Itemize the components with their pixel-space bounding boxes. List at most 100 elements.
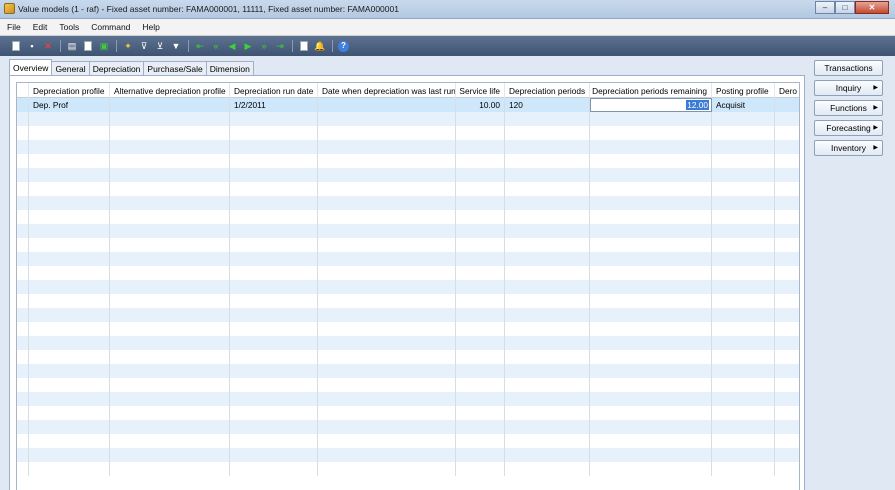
cell-dero[interactable] bbox=[775, 350, 799, 364]
table-row[interactable] bbox=[17, 168, 799, 182]
cell-depreciation-periods[interactable] bbox=[505, 112, 590, 126]
cell-dero[interactable] bbox=[775, 112, 799, 126]
cell-dero[interactable] bbox=[775, 238, 799, 252]
table-row[interactable] bbox=[17, 392, 799, 406]
cell-alternative-depreciation-profile[interactable] bbox=[110, 406, 230, 420]
cell-alternative-depreciation-profile[interactable] bbox=[110, 224, 230, 238]
export-excel-icon[interactable]: ▣ bbox=[98, 40, 110, 52]
cell-alternative-depreciation-profile[interactable] bbox=[110, 252, 230, 266]
cell-alternative-depreciation-profile[interactable] bbox=[110, 98, 230, 112]
cell-depreciation-run-date[interactable] bbox=[230, 266, 318, 280]
cell-row-selector[interactable] bbox=[17, 168, 29, 182]
cell-alternative-depreciation-profile[interactable] bbox=[110, 364, 230, 378]
menu-command[interactable]: Command bbox=[91, 22, 130, 32]
cell-depreciation-profile[interactable] bbox=[29, 196, 110, 210]
cell-posting-profile[interactable] bbox=[712, 350, 775, 364]
close-button[interactable]: ✕ bbox=[855, 1, 889, 14]
cell-row-selector[interactable] bbox=[17, 364, 29, 378]
cell-service-life[interactable] bbox=[456, 420, 505, 434]
table-row[interactable] bbox=[17, 294, 799, 308]
advanced-filter-icon[interactable]: ⊻ bbox=[154, 40, 166, 52]
cell-posting-profile[interactable] bbox=[712, 266, 775, 280]
cell-depreciation-run-date[interactable] bbox=[230, 336, 318, 350]
cell-depreciation-profile[interactable] bbox=[29, 252, 110, 266]
cell-depreciation-periods-remaining[interactable] bbox=[590, 322, 712, 336]
cell-service-life[interactable] bbox=[456, 168, 505, 182]
cell-depreciation-run-date[interactable] bbox=[230, 238, 318, 252]
cell-posting-profile[interactable] bbox=[712, 434, 775, 448]
table-row[interactable] bbox=[17, 154, 799, 168]
tab-purchase-sale[interactable]: Purchase/Sale bbox=[143, 61, 207, 75]
cell-posting-profile[interactable] bbox=[712, 420, 775, 434]
cell-date-last-run[interactable] bbox=[318, 420, 456, 434]
column-header-alternative-depreciation-profile[interactable]: Alternative depreciation profile bbox=[110, 83, 230, 98]
cell-row-selector[interactable] bbox=[17, 406, 29, 420]
cell-depreciation-profile[interactable] bbox=[29, 140, 110, 154]
cell-depreciation-periods-remaining[interactable] bbox=[590, 224, 712, 238]
cell-depreciation-periods[interactable] bbox=[505, 364, 590, 378]
cell-service-life[interactable] bbox=[456, 392, 505, 406]
cell-alternative-depreciation-profile[interactable] bbox=[110, 294, 230, 308]
cell-alternative-depreciation-profile[interactable] bbox=[110, 336, 230, 350]
cell-service-life[interactable] bbox=[456, 196, 505, 210]
cell-depreciation-periods[interactable] bbox=[505, 406, 590, 420]
cell-row-selector[interactable] bbox=[17, 196, 29, 210]
cell-service-life[interactable] bbox=[456, 462, 505, 476]
cell-depreciation-periods[interactable] bbox=[505, 280, 590, 294]
table-row[interactable] bbox=[17, 448, 799, 462]
cell-dero[interactable] bbox=[775, 392, 799, 406]
cell-depreciation-profile[interactable] bbox=[29, 182, 110, 196]
cell-depreciation-periods-remaining[interactable] bbox=[590, 238, 712, 252]
cell-posting-profile[interactable] bbox=[712, 322, 775, 336]
cell-alternative-depreciation-profile[interactable] bbox=[110, 434, 230, 448]
cell-depreciation-periods[interactable] bbox=[505, 196, 590, 210]
cell-posting-profile[interactable] bbox=[712, 196, 775, 210]
cell-date-last-run[interactable] bbox=[318, 406, 456, 420]
new-icon[interactable] bbox=[10, 40, 22, 52]
cell-depreciation-periods-remaining[interactable] bbox=[590, 112, 712, 126]
cell-depreciation-run-date[interactable] bbox=[230, 364, 318, 378]
cell-depreciation-periods[interactable] bbox=[505, 168, 590, 182]
cell-dero[interactable] bbox=[775, 406, 799, 420]
cell-depreciation-run-date[interactable]: 1/2/2011 bbox=[230, 98, 318, 112]
cell-dero[interactable] bbox=[775, 378, 799, 392]
cell-alternative-depreciation-profile[interactable] bbox=[110, 112, 230, 126]
cell-depreciation-periods-remaining[interactable] bbox=[590, 182, 712, 196]
cell-dero[interactable] bbox=[775, 420, 799, 434]
column-header-posting-profile[interactable]: Posting profile bbox=[712, 83, 775, 98]
cell-depreciation-profile[interactable] bbox=[29, 336, 110, 350]
cell-posting-profile[interactable] bbox=[712, 406, 775, 420]
cell-row-selector[interactable] bbox=[17, 322, 29, 336]
cell-depreciation-periods-remaining[interactable] bbox=[590, 462, 712, 476]
cell-date-last-run[interactable] bbox=[318, 364, 456, 378]
cell-depreciation-periods-remaining[interactable] bbox=[590, 280, 712, 294]
table-row[interactable] bbox=[17, 266, 799, 280]
last-record-icon[interactable]: ⇥ bbox=[274, 40, 286, 52]
cell-posting-profile[interactable] bbox=[712, 182, 775, 196]
cell-depreciation-run-date[interactable] bbox=[230, 196, 318, 210]
cell-depreciation-periods[interactable] bbox=[505, 434, 590, 448]
cell-depreciation-run-date[interactable] bbox=[230, 126, 318, 140]
cell-posting-profile[interactable] bbox=[712, 154, 775, 168]
cell-posting-profile[interactable]: Acquisit bbox=[712, 98, 775, 112]
cell-alternative-depreciation-profile[interactable] bbox=[110, 448, 230, 462]
cell-dero[interactable] bbox=[775, 98, 799, 112]
cell-posting-profile[interactable] bbox=[712, 280, 775, 294]
cell-depreciation-profile[interactable] bbox=[29, 154, 110, 168]
cell-date-last-run[interactable] bbox=[318, 266, 456, 280]
cell-row-selector[interactable] bbox=[17, 448, 29, 462]
cell-row-selector[interactable] bbox=[17, 420, 29, 434]
cell-depreciation-run-date[interactable] bbox=[230, 378, 318, 392]
cell-depreciation-profile[interactable] bbox=[29, 238, 110, 252]
cell-dero[interactable] bbox=[775, 322, 799, 336]
table-row[interactable] bbox=[17, 364, 799, 378]
cell-depreciation-run-date[interactable] bbox=[230, 434, 318, 448]
cell-date-last-run[interactable] bbox=[318, 280, 456, 294]
cell-depreciation-run-date[interactable] bbox=[230, 112, 318, 126]
cell-date-last-run[interactable] bbox=[318, 322, 456, 336]
cell-depreciation-periods-remaining[interactable] bbox=[590, 154, 712, 168]
cell-dero[interactable] bbox=[775, 364, 799, 378]
cell-depreciation-periods-remaining[interactable] bbox=[590, 406, 712, 420]
table-row[interactable] bbox=[17, 126, 799, 140]
cell-date-last-run[interactable] bbox=[318, 448, 456, 462]
